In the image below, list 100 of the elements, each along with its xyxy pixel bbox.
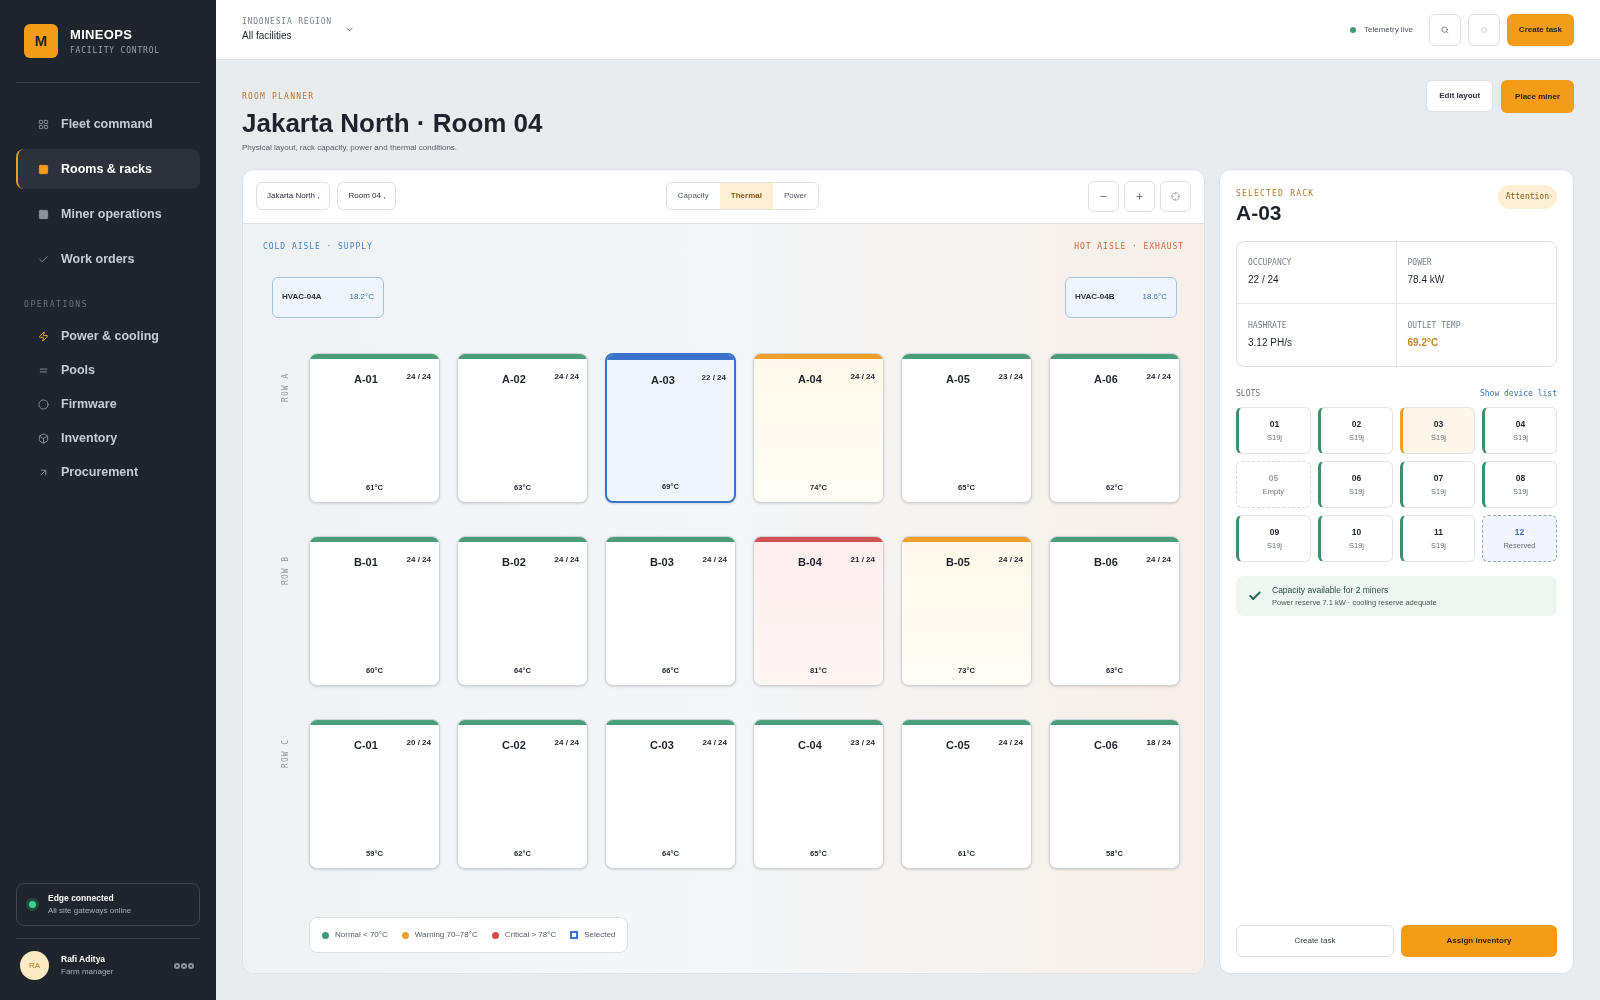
- user-role: Farm manager: [61, 965, 115, 978]
- box-icon: [38, 432, 49, 444]
- rack-occupancy: 24 / 24: [1146, 553, 1171, 566]
- rack-occupancy: 24 / 24: [406, 553, 431, 566]
- rack-id: B-06: [1094, 554, 1118, 570]
- check-icon: [1248, 588, 1262, 603]
- rack-occupancy: 24 / 24: [998, 553, 1023, 566]
- region-selector[interactable]: INDONESIA REGION All facilities: [242, 16, 355, 43]
- legend-label: Selected: [584, 929, 616, 941]
- mode-tab[interactable]: Power: [772, 183, 818, 209]
- nav-item[interactable]: Miner operations: [16, 194, 200, 234]
- nav-item[interactable]: Rooms & racks: [16, 149, 200, 189]
- stat-value: 3.12 PH/s: [1248, 335, 1293, 350]
- page-title: Jakarta North · Room 04: [242, 107, 543, 140]
- rack-id: C-03: [650, 737, 674, 753]
- rack-title: A-03: [1236, 199, 1283, 226]
- recenter-button[interactable]: [1160, 180, 1191, 212]
- rack-occupancy: 24 / 24: [1146, 370, 1171, 383]
- rack-occupancy: 24 / 24: [554, 736, 579, 749]
- section-label: OPERATIONS: [23, 299, 90, 311]
- logo: M: [24, 24, 58, 58]
- edge-subtitle: All site gateways online: [48, 905, 132, 917]
- lightning-icon: [38, 330, 49, 342]
- brand-name: MINEOPS: [70, 26, 134, 45]
- primary-button[interactable]: Assign inventory: [1401, 925, 1557, 957]
- rack-occupancy: 24 / 24: [850, 370, 875, 383]
- rack-id: A-05: [946, 371, 970, 387]
- mode-tab[interactable]: Capacity: [666, 183, 720, 209]
- circle-icon: [38, 398, 49, 410]
- rack-occupancy: 24 / 24: [554, 370, 579, 383]
- rack-id: B-02: [502, 554, 526, 570]
- zoom-out-button[interactable]: [1088, 180, 1119, 212]
- square-icon: [38, 208, 49, 220]
- stat-label: HASHRATE: [1248, 319, 1288, 332]
- notice-title: Capacity available for 2 miners: [1272, 583, 1390, 597]
- rack-id: B-01: [354, 554, 378, 570]
- rack-occupancy: 24 / 24: [406, 370, 431, 383]
- section-label: SLOTS: [1236, 387, 1261, 400]
- rack-occupancy: 23 / 24: [998, 370, 1023, 383]
- crosshair-icon: [1171, 191, 1180, 201]
- secondary-button[interactable]: Edit layout: [1426, 80, 1494, 112]
- rack-id: A-02: [502, 371, 526, 387]
- row-label: ROW C: [280, 738, 291, 768]
- search-button[interactable]: [1428, 13, 1461, 46]
- search-icon: [1440, 25, 1449, 34]
- check-icon: [38, 253, 49, 265]
- user-name: Rafi Aditya: [61, 953, 107, 966]
- rack-occupancy: 24 / 24: [702, 736, 727, 749]
- rack-occupancy: 21 / 24: [850, 553, 875, 566]
- rack-id: B-04: [798, 554, 822, 570]
- telemetry-status: Telemetry live: [1363, 23, 1413, 36]
- grid-icon: [38, 118, 49, 130]
- rack-id: C-06: [1094, 737, 1118, 753]
- rack-id: A-03: [651, 372, 675, 388]
- rack-id: B-05: [946, 554, 970, 570]
- zoom-in-button[interactable]: [1124, 180, 1155, 212]
- plus-icon: [1135, 191, 1144, 201]
- rack-occupancy: 24 / 24: [554, 553, 579, 566]
- rack-id: A-01: [354, 371, 378, 387]
- legend-label: Critical > 78°C: [504, 929, 557, 941]
- notification-button[interactable]: [1467, 13, 1500, 46]
- stat-label: OCCUPANCY: [1248, 257, 1293, 270]
- aisle-label: HOT AISLE · EXHAUST: [1074, 240, 1184, 253]
- nav-item[interactable]: Work orders: [16, 239, 200, 279]
- create-task-button[interactable]: Create task: [1506, 13, 1574, 46]
- stat-value: 69.2°C: [1407, 335, 1440, 350]
- aisle-label: COLD AISLE · SUPPLY: [263, 240, 373, 253]
- rack-occupancy: 23 / 24: [850, 736, 875, 749]
- legend-label: Normal < 70°C: [335, 929, 388, 941]
- status-badge: Attention: [1497, 184, 1557, 209]
- stat-value: 78.4 kW: [1407, 273, 1446, 288]
- hvac-unit[interactable]: HVAC-04A 18.2°C: [272, 276, 384, 318]
- rack-id: B-03: [650, 554, 674, 570]
- device-list-link[interactable]: Show device list: [1479, 387, 1557, 400]
- filter-chip[interactable]: Jakarta North ,: [256, 182, 331, 210]
- rack-occupancy: 20 / 24: [406, 736, 431, 749]
- stat-value: 22 / 24: [1248, 273, 1280, 288]
- filter-chip[interactable]: Room 04 ,: [337, 182, 397, 210]
- circle-icon: [1480, 26, 1487, 33]
- eyebrow-label: SELECTED RACK: [1236, 187, 1315, 200]
- rack-id: C-05: [946, 737, 970, 753]
- avatar: RA: [20, 951, 49, 980]
- rack-occupancy: 18 / 24: [1146, 736, 1171, 749]
- hvac-unit[interactable]: HVAC-04B 18.6°C: [1065, 276, 1177, 318]
- rack-occupancy: 24 / 24: [702, 553, 727, 566]
- rack-id: A-06: [1094, 371, 1118, 387]
- primary-button[interactable]: Place miner: [1501, 80, 1574, 113]
- page-subtitle: Physical layout, rack capacity, power and thermal conditions.: [242, 141, 459, 154]
- mode-tab[interactable]: Thermal: [719, 183, 773, 209]
- nav-item[interactable]: Fleet command: [16, 104, 200, 144]
- square-icon: [38, 163, 49, 175]
- rack-id: A-04: [798, 371, 822, 387]
- secondary-button[interactable]: Create task: [1236, 925, 1394, 957]
- edge-title: Edge connected: [48, 892, 115, 905]
- rack-id: C-02: [502, 737, 526, 753]
- rack-id: C-04: [798, 737, 822, 753]
- stat-label: OUTLET TEMP: [1407, 319, 1462, 332]
- legend-label: Warning 70–78°C: [414, 929, 478, 941]
- row-label: ROW B: [280, 555, 291, 585]
- stat-label: POWER: [1407, 257, 1433, 270]
